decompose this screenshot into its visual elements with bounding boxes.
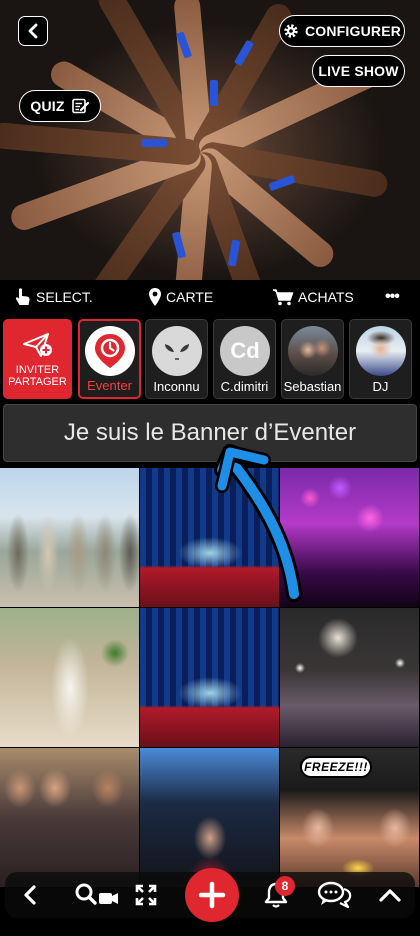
purchases-label: ACHATS <box>298 289 354 305</box>
eventer-pin-icon <box>95 334 125 368</box>
chevron-left-icon <box>24 885 36 905</box>
story-label-sebastian: Sebastian <box>283 379 342 394</box>
avatar-initials: Cd <box>230 338 260 363</box>
story-eventer[interactable]: Eventer <box>78 319 141 399</box>
invite-line1: INVITER <box>15 364 60 376</box>
notifications-count: 8 <box>281 879 289 893</box>
photo-tile[interactable] <box>280 608 419 747</box>
freeze-sign-text: FREEZE!!! <box>304 760 368 774</box>
map-label: CARTE <box>166 289 214 305</box>
more-icon: ••• <box>385 288 400 305</box>
configure-button[interactable]: CONFIGURER <box>279 15 405 47</box>
cart-icon <box>273 289 294 306</box>
purchases-action[interactable]: ACHATS <box>272 288 354 306</box>
story-label-cdimitri: C.dimitri <box>220 379 269 394</box>
eventer-logo <box>85 326 135 376</box>
quiz-label: QUIZ <box>30 98 65 114</box>
story-label-unknown: Inconnu <box>153 379 200 394</box>
freeze-sign-in-photo: FREEZE!!! <box>300 756 372 778</box>
send-plus-icon <box>23 333 52 357</box>
configure-label: CONFIGURER <box>304 23 402 39</box>
chat-bubbles-icon <box>317 881 352 909</box>
edit-note-icon <box>71 98 89 114</box>
photo-tile[interactable] <box>0 468 139 607</box>
select-action[interactable]: SELECT. <box>14 287 93 307</box>
fullscreen-button[interactable] <box>131 880 161 910</box>
live-show-button[interactable]: LIVE SHOW <box>312 55 405 87</box>
pointing-hand-icon <box>15 288 30 305</box>
photo-tile[interactable] <box>140 468 279 607</box>
invite-share-button[interactable]: INVITER PARTAGER <box>3 319 72 399</box>
invite-line2: PARTAGER <box>8 376 67 388</box>
photo-tile[interactable] <box>0 608 139 747</box>
photo-tile[interactable] <box>140 608 279 747</box>
gear-icon <box>284 24 298 38</box>
story-sebastian[interactable]: Sebastian <box>281 319 344 399</box>
plus-icon <box>198 881 226 909</box>
cdimitri-avatar: Cd <box>220 326 270 376</box>
chevron-up-icon <box>379 889 401 902</box>
photo-tile[interactable] <box>280 468 419 607</box>
alien-icon <box>165 344 189 360</box>
sebastian-avatar-photo <box>288 326 338 376</box>
quiz-button[interactable]: QUIZ <box>19 90 101 122</box>
notifications-badge: 8 <box>275 876 295 896</box>
map-pin-icon <box>149 288 161 306</box>
live-show-label: LIVE SHOW <box>318 63 399 79</box>
eventer-banner[interactable]: Je suis le Banner d’Eventer <box>3 404 417 462</box>
search-video-button[interactable] <box>73 880 123 910</box>
chevron-left-icon <box>28 23 38 39</box>
story-label-dj: DJ <box>372 379 389 394</box>
chat-button[interactable] <box>317 880 353 910</box>
photo-tile[interactable] <box>140 748 279 887</box>
banner-text: Je suis le Banner d’Eventer <box>63 419 357 446</box>
hero-event-photo: CONFIGURER LIVE SHOW QUIZ <box>0 0 420 280</box>
invite-label: INVITER PARTAGER <box>4 364 71 388</box>
action-bar: SELECT. CARTE ACHATS ••• <box>0 280 420 314</box>
search-video-icon <box>75 883 118 905</box>
stories-row: INVITER PARTAGER Eventer Inconnu Cd C.di… <box>0 316 420 400</box>
select-label: SELECT. <box>36 289 93 305</box>
photo-grid <box>0 468 420 936</box>
more-button[interactable]: ••• <box>385 288 400 306</box>
alien-avatar <box>152 326 202 376</box>
dj-avatar-photo <box>356 326 406 376</box>
scroll-up-button[interactable] <box>375 880 405 910</box>
map-action[interactable]: CARTE <box>148 287 213 307</box>
nav-back-button[interactable] <box>15 880 45 910</box>
story-label-eventer: Eventer <box>87 378 132 393</box>
story-cdimitri[interactable]: Cd C.dimitri <box>213 319 276 399</box>
story-dj[interactable]: DJ <box>349 319 412 399</box>
story-unknown[interactable]: Inconnu <box>145 319 208 399</box>
expand-icon <box>135 884 157 906</box>
photo-tile[interactable] <box>0 748 139 887</box>
add-button[interactable] <box>185 868 239 922</box>
back-button[interactable] <box>18 16 48 46</box>
